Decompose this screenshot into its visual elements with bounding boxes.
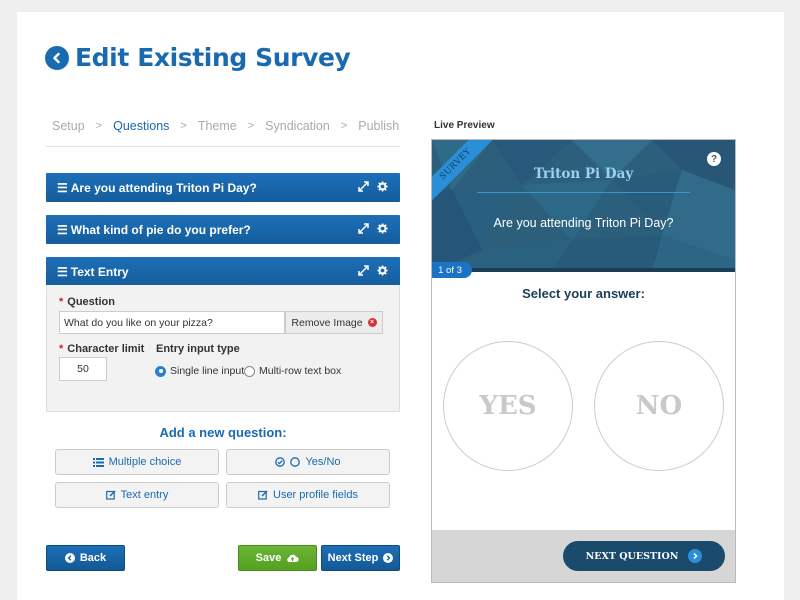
preview-footer: NEXT QUESTION <box>432 530 735 582</box>
question-bar-1[interactable]: ☰ Are you attending Triton Pi Day? <box>46 173 400 202</box>
arrow-right-circle-icon <box>383 553 394 563</box>
preview-header-border <box>432 268 735 272</box>
question-title: Are you attending Triton Pi Day? <box>70 180 257 195</box>
back-arrow-icon[interactable] <box>45 45 69 70</box>
close-icon: × <box>367 318 377 327</box>
next-step-button[interactable]: Next Step <box>321 545 400 571</box>
question-counter: 1 of 3 <box>432 262 472 278</box>
preview-title-divider <box>477 192 690 193</box>
entry-type-label: Entry input type <box>156 343 240 355</box>
question-bar-2[interactable]: ☰ What kind of pie do you prefer? <box>46 215 400 244</box>
answer-no[interactable]: NO <box>594 341 724 471</box>
edit-icon <box>258 490 268 500</box>
gear-icon[interactable] <box>377 223 388 234</box>
step-separator: > <box>247 120 255 132</box>
page-title: Edit Existing Survey <box>75 43 351 72</box>
preview-survey-title: Triton Pi Day <box>533 166 634 182</box>
required-marker: * <box>59 343 64 355</box>
preview-header: SURVEY Triton Pi Day Are you attending T… <box>432 140 735 272</box>
character-limit-label: * Character limit <box>59 343 145 355</box>
save-button[interactable]: Save <box>238 545 317 571</box>
gear-icon[interactable] <box>377 265 388 276</box>
step-syndication[interactable]: Syndication <box>265 119 330 133</box>
page-header: Edit Existing Survey <box>45 43 351 72</box>
check-circle-icon <box>275 457 286 467</box>
add-question-title: Add a new question: <box>159 425 287 440</box>
answer-yes[interactable]: YES <box>443 341 573 471</box>
step-setup[interactable]: Setup <box>52 119 85 133</box>
add-text-entry-button[interactable]: Text entry <box>55 482 219 508</box>
arrow-left-circle-icon <box>64 553 75 563</box>
remove-image-button[interactable]: Remove Image × <box>285 311 383 334</box>
question-title: Text Entry <box>70 264 129 279</box>
step-separator: > <box>180 120 187 132</box>
step-separator: > <box>340 120 348 132</box>
live-preview: SURVEY Triton Pi Day Are you attending T… <box>431 139 736 583</box>
cloud-upload-icon <box>287 554 299 562</box>
radio-multi-row[interactable]: Multi-row text box <box>244 365 341 377</box>
drag-handle-icon[interactable]: ☰ <box>57 223 68 237</box>
polygon-background <box>432 140 735 272</box>
question-input[interactable]: What do you like on your pizza? <box>59 311 285 334</box>
back-button[interactable]: Back <box>46 545 125 571</box>
question-editor: * Question What do you like on your pizza… <box>46 285 400 412</box>
steps-divider <box>46 146 400 147</box>
radio-single-line[interactable]: Single line input <box>155 365 244 377</box>
next-question-button[interactable]: NEXT QUESTION <box>563 541 725 571</box>
radio-unselected-icon[interactable] <box>244 365 255 377</box>
step-theme[interactable]: Theme <box>198 119 237 133</box>
add-yes-no-button[interactable]: Yes/No <box>226 449 390 475</box>
required-marker: * <box>59 296 64 308</box>
add-multiple-choice-button[interactable]: Multiple choice <box>55 449 219 475</box>
circle-icon <box>290 457 301 467</box>
preview-prompt: Select your answer: <box>522 286 645 301</box>
expand-icon[interactable] <box>358 223 369 234</box>
list-icon <box>92 457 104 467</box>
gear-icon[interactable] <box>377 181 388 192</box>
expand-icon[interactable] <box>358 181 369 192</box>
preview-question: Are you attending Triton Pi Day? <box>493 216 674 230</box>
drag-handle-icon[interactable]: ☰ <box>57 181 68 195</box>
step-questions[interactable]: Questions <box>113 119 169 133</box>
chevron-right-icon <box>688 549 703 563</box>
wizard-steps: Setup > Questions > Theme > Syndication … <box>52 119 399 133</box>
question-field-label: * Question <box>59 296 115 308</box>
radio-selected-icon[interactable] <box>155 365 166 377</box>
question-bar-3[interactable]: ☰ Text Entry <box>46 257 400 286</box>
character-limit-input[interactable]: 50 <box>59 357 107 381</box>
add-user-profile-fields-button[interactable]: User profile fields <box>226 482 390 508</box>
step-publish[interactable]: Publish <box>358 119 399 133</box>
step-separator: > <box>95 120 103 132</box>
edit-icon <box>105 490 116 500</box>
question-title: What kind of pie do you prefer? <box>70 222 251 237</box>
expand-icon[interactable] <box>358 265 369 276</box>
drag-handle-icon[interactable]: ☰ <box>57 265 68 279</box>
help-icon[interactable]: ? <box>707 152 721 166</box>
live-preview-label: Live Preview <box>434 120 495 131</box>
